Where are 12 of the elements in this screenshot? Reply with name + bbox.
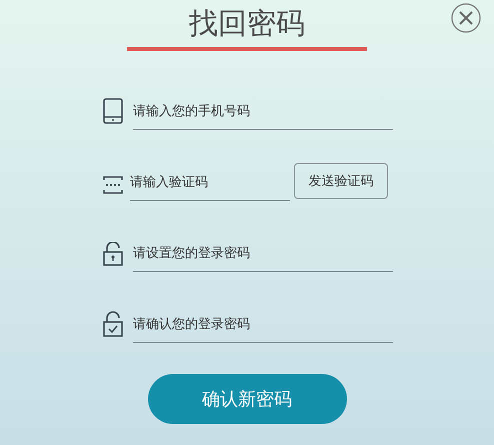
input-field[interactable]: 请输入验证码 xyxy=(130,167,290,201)
input-field[interactable]: 请设置您的登录密码 xyxy=(133,238,393,272)
dots-icon xyxy=(103,175,123,195)
submit-button[interactable]: 确认新密码 xyxy=(148,374,346,424)
input-field[interactable]: 请输入您的手机号码 xyxy=(133,96,393,130)
close-icon[interactable] xyxy=(451,3,481,33)
send-code-button[interactable]: 发送验证码 xyxy=(294,163,388,199)
page-title: 找回密码 xyxy=(189,5,305,42)
lock-icon xyxy=(103,242,123,266)
input-field[interactable]: 请确认您的登录密码 xyxy=(133,309,393,343)
phone-icon xyxy=(103,98,123,124)
lock-check-icon xyxy=(103,311,123,337)
